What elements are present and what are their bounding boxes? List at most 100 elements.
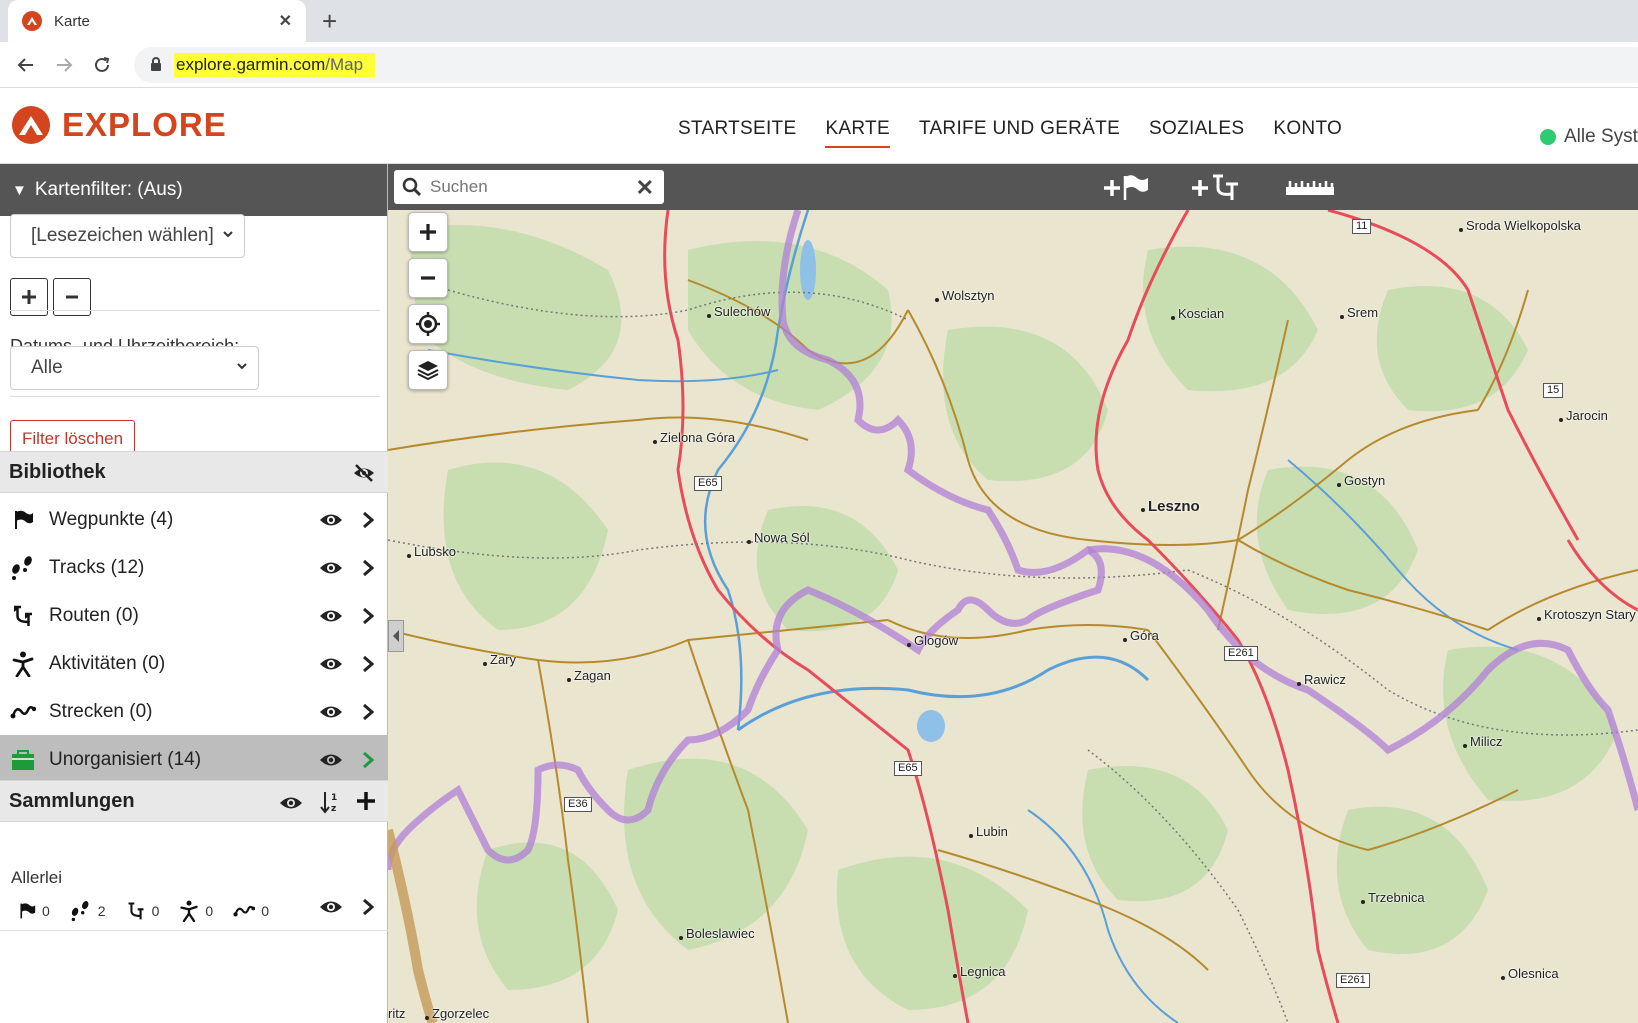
place-label[interactable]: Lubin (969, 824, 1008, 839)
browser-tab[interactable]: Karte ✕ (8, 0, 306, 42)
forward-arrow-icon[interactable] (50, 51, 78, 79)
eye-icon[interactable] (318, 507, 344, 533)
add-route-button[interactable] (1190, 172, 1242, 202)
sidebar-collapse-handle[interactable] (388, 620, 404, 652)
site-header: EXPLORE STARTSEITE KARTE TARIFE UND GERÄ… (0, 88, 1638, 164)
nav-konto[interactable]: KONTO (1273, 118, 1342, 148)
library-item-strecken[interactable]: Strecken (0) (0, 687, 388, 737)
eye-icon[interactable] (318, 747, 344, 773)
search-input[interactable] (430, 177, 620, 197)
place-label[interactable]: Olesnica (1501, 966, 1559, 981)
place-label[interactable]: Legnica (953, 964, 1006, 979)
chevron-down-icon (236, 359, 248, 375)
place-label[interactable]: Lubsko (407, 544, 456, 559)
place-label[interactable]: Trzebnica (1361, 890, 1425, 905)
map-view[interactable]: ✕ (388, 164, 1638, 1023)
new-tab-plus-icon[interactable]: + (322, 6, 337, 36)
bookmark-select[interactable]: [Lesezeichen wählen] (10, 214, 245, 258)
place-label[interactable]: Zgorzelec (424, 1006, 489, 1021)
eye-icon[interactable] (318, 651, 344, 677)
chevron-right-icon[interactable] (358, 603, 378, 629)
map-search[interactable]: ✕ (394, 170, 664, 204)
flag-icon (20, 903, 36, 919)
place-label[interactable]: Milicz (1463, 734, 1503, 749)
locate-me-button[interactable] (408, 304, 448, 344)
map-filter-toggle[interactable]: ▼ Kartenfilter: (Aus) (0, 164, 387, 216)
road-shield: E65 (694, 476, 722, 491)
chevron-right-icon[interactable] (358, 651, 378, 677)
place-label[interactable]: Glogów (906, 633, 958, 648)
road-shield: E261 (1224, 646, 1258, 661)
place-label[interactable]: Koscian (1170, 306, 1224, 321)
nav-soziales[interactable]: SOZIALES (1149, 118, 1244, 148)
zoom-in-button[interactable] (408, 212, 448, 252)
library-item-label: Aktivitäten (0) (49, 653, 166, 674)
nav-karte[interactable]: KARTE (825, 118, 890, 148)
reload-icon[interactable] (88, 51, 116, 79)
add-route-icon (1192, 174, 1238, 200)
add-collection-plus-icon[interactable] (356, 791, 376, 817)
chevron-right-icon[interactable] (358, 555, 378, 581)
collections-title: Sammlungen (9, 789, 135, 812)
place-label[interactable]: Góra (1123, 628, 1159, 643)
zoom-out-button[interactable] (408, 258, 448, 298)
chevron-right-icon[interactable] (358, 507, 378, 533)
measure-button[interactable] (1284, 172, 1336, 202)
forest-areas (408, 225, 1618, 1010)
place-label[interactable]: Srem (1339, 305, 1378, 320)
datetime-range-select[interactable]: Alle (10, 346, 259, 390)
eye-slash-icon[interactable] (352, 461, 376, 491)
eye-icon[interactable] (279, 794, 303, 817)
sort-icon[interactable]: 1z (320, 790, 340, 820)
eye-icon[interactable] (318, 603, 344, 629)
nav-tarife-und-geraete[interactable]: TARIFE UND GERÄTE (919, 118, 1120, 148)
place-label[interactable]: Rawicz (1297, 672, 1346, 687)
place-label[interactable]: Boleslawiec (679, 926, 755, 941)
place-label[interactable]: Zary (483, 652, 516, 667)
triangle-left-icon (393, 630, 399, 642)
library-item-unorganisiert[interactable]: Unorganisiert (14) (0, 735, 388, 785)
map-layers-button[interactable] (408, 350, 448, 390)
eye-icon[interactable] (318, 555, 344, 581)
place-label[interactable]: Leszno (1141, 498, 1200, 515)
divider (0, 930, 388, 931)
chevron-down-icon (222, 227, 234, 243)
place-label[interactable]: Jarocin (1559, 408, 1608, 423)
brand-name: EXPLORE (62, 106, 227, 143)
place-label[interactable]: Sroda Wielkopolska (1459, 218, 1581, 233)
nav-startseite[interactable]: STARTSEITE (678, 118, 796, 148)
address-bar[interactable]: explore.garmin.com/Map (134, 47, 1638, 83)
library-item-wegpunkte[interactable]: Wegpunkte (4) (0, 495, 388, 545)
library-item-label: Tracks (12) (49, 557, 145, 578)
explore-logo[interactable]: EXPLORE (12, 106, 227, 144)
clear-search-icon[interactable]: ✕ (636, 175, 654, 201)
collection-counts: 0 2 0 0 0 (18, 900, 289, 922)
place-label[interactable]: Zielona Góra (652, 430, 735, 445)
close-tab-icon[interactable]: ✕ (279, 11, 292, 31)
library-item-tracks[interactable]: Tracks (12) (0, 543, 388, 593)
library-item-routen[interactable]: Routen (0) (0, 591, 388, 641)
system-status[interactable]: Alle Syst (1540, 126, 1638, 148)
browser-toolbar: explore.garmin.com/Map (0, 42, 1638, 88)
place-label[interactable]: Zagan (567, 668, 611, 683)
place-label[interactable]: Gostyn (1336, 473, 1385, 488)
triangle-down-icon: ▼ (12, 181, 27, 199)
library-item-aktivitaeten[interactable]: Aktivitäten (0) (0, 639, 388, 689)
eye-icon[interactable] (318, 894, 344, 920)
eye-icon[interactable] (318, 699, 344, 725)
road-shield: 11 (1352, 219, 1372, 234)
chevron-right-icon[interactable] (358, 699, 378, 725)
add-waypoint-button[interactable] (1102, 172, 1152, 202)
place-label[interactable]: Krotoszyn Stary (1537, 607, 1636, 622)
chevron-right-icon[interactable] (358, 747, 378, 773)
place-label[interactable]: ritz (388, 1006, 405, 1021)
library-item-label: Routen (0) (49, 605, 139, 626)
footprints-icon (10, 555, 36, 581)
place-label[interactable]: Sulechów (706, 304, 770, 319)
place-label[interactable]: Wolsztyn (935, 288, 995, 303)
library-header: Bibliothek (0, 451, 388, 493)
back-arrow-icon[interactable] (12, 51, 40, 79)
chevron-right-icon[interactable] (358, 894, 378, 920)
collection-name: Allerlei (11, 868, 63, 887)
place-label[interactable]: Nowa Sól (747, 530, 810, 545)
